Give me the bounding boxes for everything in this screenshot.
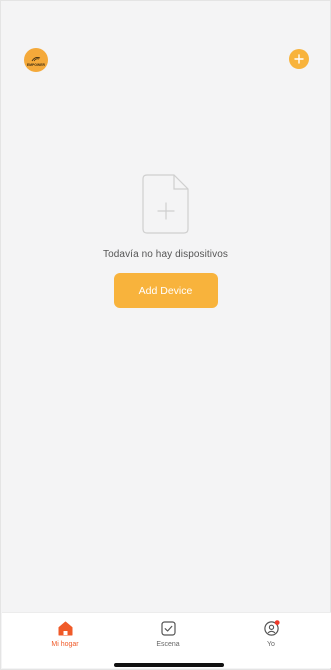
home-icon (58, 621, 72, 636)
tab-mi-hogar[interactable]: Mi hogar (35, 620, 95, 648)
document-add-icon (141, 174, 189, 234)
brand-logo[interactable]: EMPOWER (24, 48, 48, 72)
plus-icon (294, 54, 304, 64)
tab-escena[interactable]: Escena (138, 620, 198, 648)
user-icon (263, 620, 280, 636)
tab-label: Escena (156, 641, 180, 648)
app-frame: EMPOWER Todavía no hay dispositivos Add … (0, 0, 331, 670)
empty-state-message: Todavía no hay dispositivos (103, 249, 228, 260)
checkbox-icon (160, 621, 176, 636)
header: EMPOWER (1, 1, 330, 81)
home-indicator (114, 663, 224, 667)
logo-text: EMPOWER (26, 62, 46, 67)
tab-label: Yo (267, 641, 275, 648)
empty-state: Todavía no hay dispositivos Add Device (1, 173, 330, 308)
tab-bar: Mi hogar Escena Yo (2, 612, 331, 668)
logo-mark-icon (31, 56, 41, 61)
add-device-button[interactable]: Add Device (113, 273, 218, 308)
tab-label: Mi hogar (51, 641, 79, 648)
tab-yo[interactable]: Yo (241, 620, 301, 648)
notification-dot (274, 620, 280, 625)
add-button[interactable] (289, 49, 309, 69)
